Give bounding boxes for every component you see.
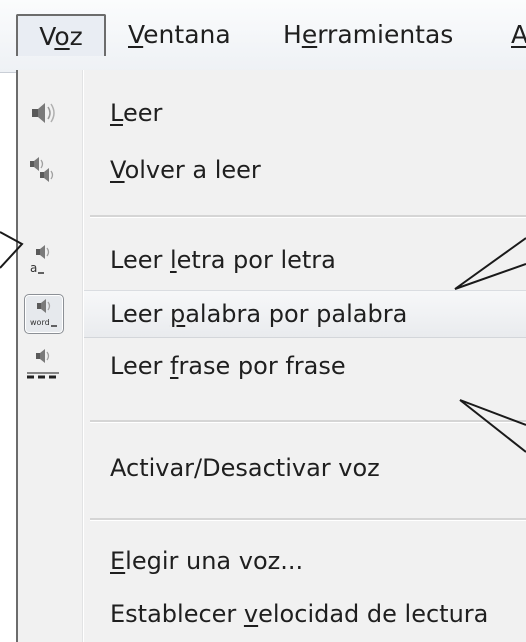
- menu-item-elegir-una-voz[interactable]: Elegir una voz...: [18, 535, 526, 587]
- menu-separator: [90, 215, 526, 218]
- speaker-word-icon: word: [24, 294, 64, 334]
- menu-separator: [90, 420, 526, 423]
- menu-voz[interactable]: Voz: [16, 14, 106, 56]
- menu-item-volver-a-leer[interactable]: Volver a leer: [18, 144, 526, 196]
- menu-item-leer-frase-por-frase[interactable]: Leer frase por frase: [18, 340, 526, 392]
- menu-ventana[interactable]: Ventana: [128, 14, 231, 56]
- menu-item-activar-desactivar-voz[interactable]: Activar/Desactivar voz: [18, 442, 526, 494]
- svg-text:word: word: [30, 318, 50, 327]
- menu-item-leer-letra-por-letra[interactable]: a Leer letra por letra: [18, 234, 526, 286]
- speakers-repeat-icon: [24, 151, 62, 189]
- menu-item-establecer-velocidad-de-lectura[interactable]: Establecer velocidad de lectura: [18, 588, 526, 640]
- speaker-sentence-icon: [24, 347, 62, 385]
- menu-item-leer-palabra-por-palabra[interactable]: word Leer palabra por palabra: [18, 288, 526, 340]
- svg-text:a: a: [30, 261, 37, 275]
- menu-item-leer[interactable]: Leer: [18, 87, 526, 139]
- menu-herramientas[interactable]: Herramientas: [283, 14, 453, 56]
- menu-bar: Voz Ventana Herramientas A: [0, 0, 526, 73]
- menu-cut-off[interactable]: A: [511, 14, 526, 56]
- speaker-icon: [24, 94, 62, 132]
- voz-dropdown-menu: Leer Volver a leer a Leer letra por letr…: [16, 70, 526, 642]
- speaker-letter-icon: a: [24, 241, 62, 279]
- menu-separator: [90, 518, 526, 521]
